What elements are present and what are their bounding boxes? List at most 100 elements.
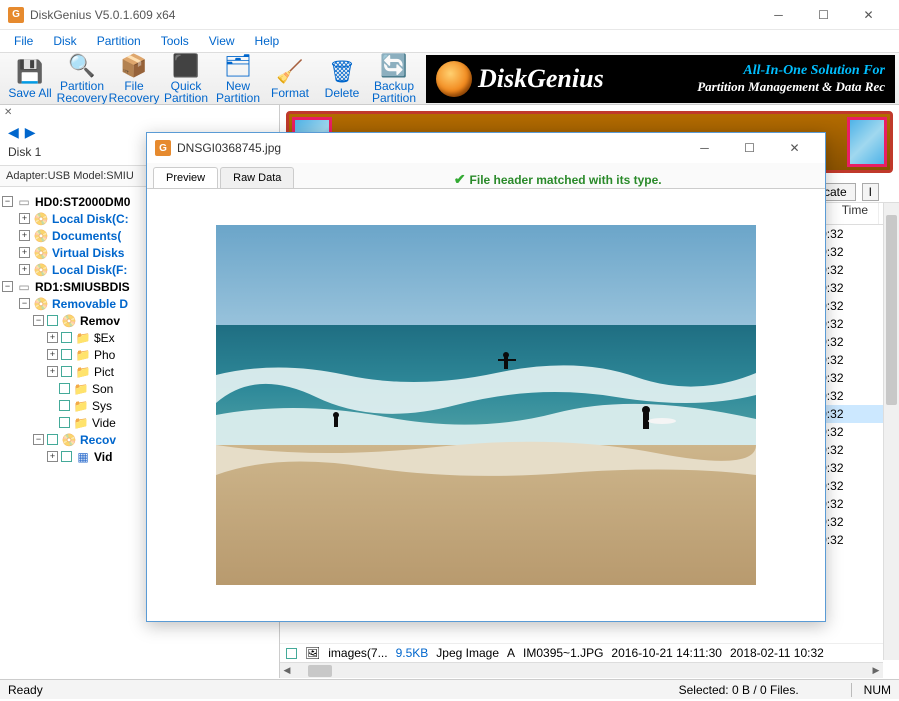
vertical-scrollbar[interactable] — [883, 203, 899, 660]
preview-title: DNSGI0368745.jpg — [177, 141, 682, 155]
trash-icon: 🗑 — [328, 58, 356, 86]
grid-icon: ⬛ — [172, 54, 200, 79]
checkbox-icon[interactable] — [47, 315, 58, 326]
folder-icon: 📁 — [73, 382, 89, 396]
save-all-button[interactable]: 💾Save All — [4, 54, 56, 104]
banner-line1: All-In-One Solution For — [697, 63, 885, 79]
checkbox-icon[interactable] — [59, 417, 70, 428]
expand-icon[interactable]: − — [19, 298, 30, 309]
next-disk-icon[interactable]: ▶ — [25, 124, 36, 141]
box-icon: 📦 — [120, 54, 148, 79]
check-icon: ✔ — [454, 171, 466, 188]
partition-recovery-button[interactable]: 🔍Partition Recovery — [56, 54, 108, 104]
expand-icon[interactable]: + — [47, 366, 58, 377]
menu-partition[interactable]: Partition — [87, 32, 151, 50]
menu-file[interactable]: File — [4, 32, 43, 50]
tree-label: $Ex — [94, 331, 115, 345]
close-button[interactable]: ✕ — [846, 1, 891, 29]
delete-label: Delete — [325, 87, 360, 99]
checkbox-icon[interactable] — [286, 648, 297, 659]
expand-icon[interactable]: + — [19, 264, 30, 275]
folder-icon: 📁 — [75, 348, 91, 362]
delete-button[interactable]: 🗑Delete — [316, 54, 368, 104]
checkbox-icon[interactable] — [61, 451, 72, 462]
tab-preview[interactable]: Preview — [153, 167, 218, 188]
tree-label: Pict — [94, 365, 114, 379]
expand-icon[interactable]: + — [19, 213, 30, 224]
banner-line2: Partition Management & Data Rec — [697, 79, 885, 95]
save-icon: 💾 — [16, 58, 44, 86]
app-icon: G — [155, 140, 171, 156]
file-name: images(7... — [328, 646, 387, 660]
expand-icon[interactable]: − — [2, 196, 13, 207]
expand-icon[interactable]: + — [19, 247, 30, 258]
format-button[interactable]: 🧹Format — [264, 54, 316, 104]
menu-disk[interactable]: Disk — [43, 32, 86, 50]
tab-raw-data[interactable]: Raw Data — [220, 167, 294, 188]
file-type: Jpeg Image — [436, 646, 499, 660]
quick-partition-button[interactable]: ⬛Quick Partition — [160, 54, 212, 104]
status-selected: Selected: 0 B / 0 Files. — [679, 683, 799, 697]
volume-icon: 📀 — [33, 246, 49, 260]
file-created: 2016-10-21 14:11:30 — [611, 646, 722, 660]
scrollbar-thumb[interactable] — [308, 665, 332, 677]
scroll-left-icon[interactable]: ◀ — [280, 665, 294, 676]
menu-help[interactable]: Help — [245, 32, 290, 50]
expand-icon[interactable]: − — [33, 315, 44, 326]
col-time[interactable]: Time — [832, 203, 879, 224]
checkbox-icon[interactable] — [61, 349, 72, 360]
tree-label: Recov — [80, 433, 116, 447]
expand-icon[interactable]: + — [47, 451, 58, 462]
quick-partition-label: Quick Partition — [160, 80, 212, 104]
volume-icon: 📀 — [33, 229, 49, 243]
tree-label: RD1:SMIUSBDIS — [35, 280, 130, 294]
minimize-button[interactable]: ─ — [756, 1, 801, 29]
checkbox-icon[interactable] — [61, 366, 72, 377]
window-controls: ─ ☐ ✕ — [756, 1, 891, 29]
expand-icon[interactable]: − — [2, 281, 13, 292]
checkbox-icon[interactable] — [59, 400, 70, 411]
volume-icon: 📀 — [33, 297, 49, 311]
preview-tabs: Preview Raw Data ✔ File header matched w… — [147, 163, 825, 189]
expand-icon[interactable]: + — [47, 349, 58, 360]
tree-label: Removable D — [52, 297, 128, 311]
tree-label: Vid — [94, 450, 112, 464]
scrollbar-thumb[interactable] — [886, 215, 897, 405]
horizontal-scrollbar[interactable]: ◀ ▶ — [280, 662, 883, 678]
file-orig: IM0395~1.JPG — [523, 646, 603, 660]
menu-view[interactable]: View — [199, 32, 245, 50]
expand-icon[interactable]: − — [33, 434, 44, 445]
status-ready: Ready — [8, 683, 43, 697]
checkbox-icon[interactable] — [61, 332, 72, 343]
titlebar: G DiskGenius V5.0.1.609 x64 ─ ☐ ✕ — [0, 0, 899, 30]
maximize-button[interactable]: ☐ — [801, 1, 846, 29]
pane-close-icon[interactable]: ✕ — [0, 105, 12, 120]
menu-tools[interactable]: Tools — [151, 32, 199, 50]
tree-label: Documents( — [52, 229, 121, 243]
file-recovery-button[interactable]: 📦File Recovery — [108, 54, 160, 104]
folder-icon: 📁 — [75, 365, 91, 379]
preview-window: G DNSGI0368745.jpg ─ ☐ ✕ Preview Raw Dat… — [146, 132, 826, 622]
preview-close-button[interactable]: ✕ — [772, 134, 817, 162]
status-num: NUM — [864, 683, 891, 697]
folder-icon: 📁 — [73, 399, 89, 413]
partition-block[interactable] — [847, 117, 887, 167]
backup-partition-button[interactable]: 🔄Backup Partition — [368, 54, 420, 104]
checkbox-icon[interactable] — [47, 434, 58, 445]
header-extra-button[interactable]: I — [862, 183, 879, 201]
banner-swirl-icon — [436, 61, 472, 97]
preview-maximize-button[interactable]: ☐ — [727, 134, 772, 162]
toolbar: 💾Save All 🔍Partition Recovery 📦File Reco… — [0, 52, 899, 105]
preview-minimize-button[interactable]: ─ — [682, 134, 727, 162]
partition-recovery-label: Partition Recovery — [56, 80, 108, 104]
expand-icon[interactable]: + — [47, 332, 58, 343]
scroll-right-icon[interactable]: ▶ — [869, 665, 883, 676]
new-partition-label: New Partition — [212, 80, 264, 104]
banner-brand: DiskGenius — [478, 64, 604, 94]
expand-icon[interactable]: + — [19, 230, 30, 241]
tree-label: Local Disk(F: — [52, 263, 127, 277]
table-row[interactable]: 🖼 images(7... 9.5KB Jpeg Image A IM0395~… — [280, 643, 883, 662]
prev-disk-icon[interactable]: ◀ — [8, 124, 19, 141]
new-partition-button[interactable]: 🗂New Partition — [212, 54, 264, 104]
checkbox-icon[interactable] — [59, 383, 70, 394]
